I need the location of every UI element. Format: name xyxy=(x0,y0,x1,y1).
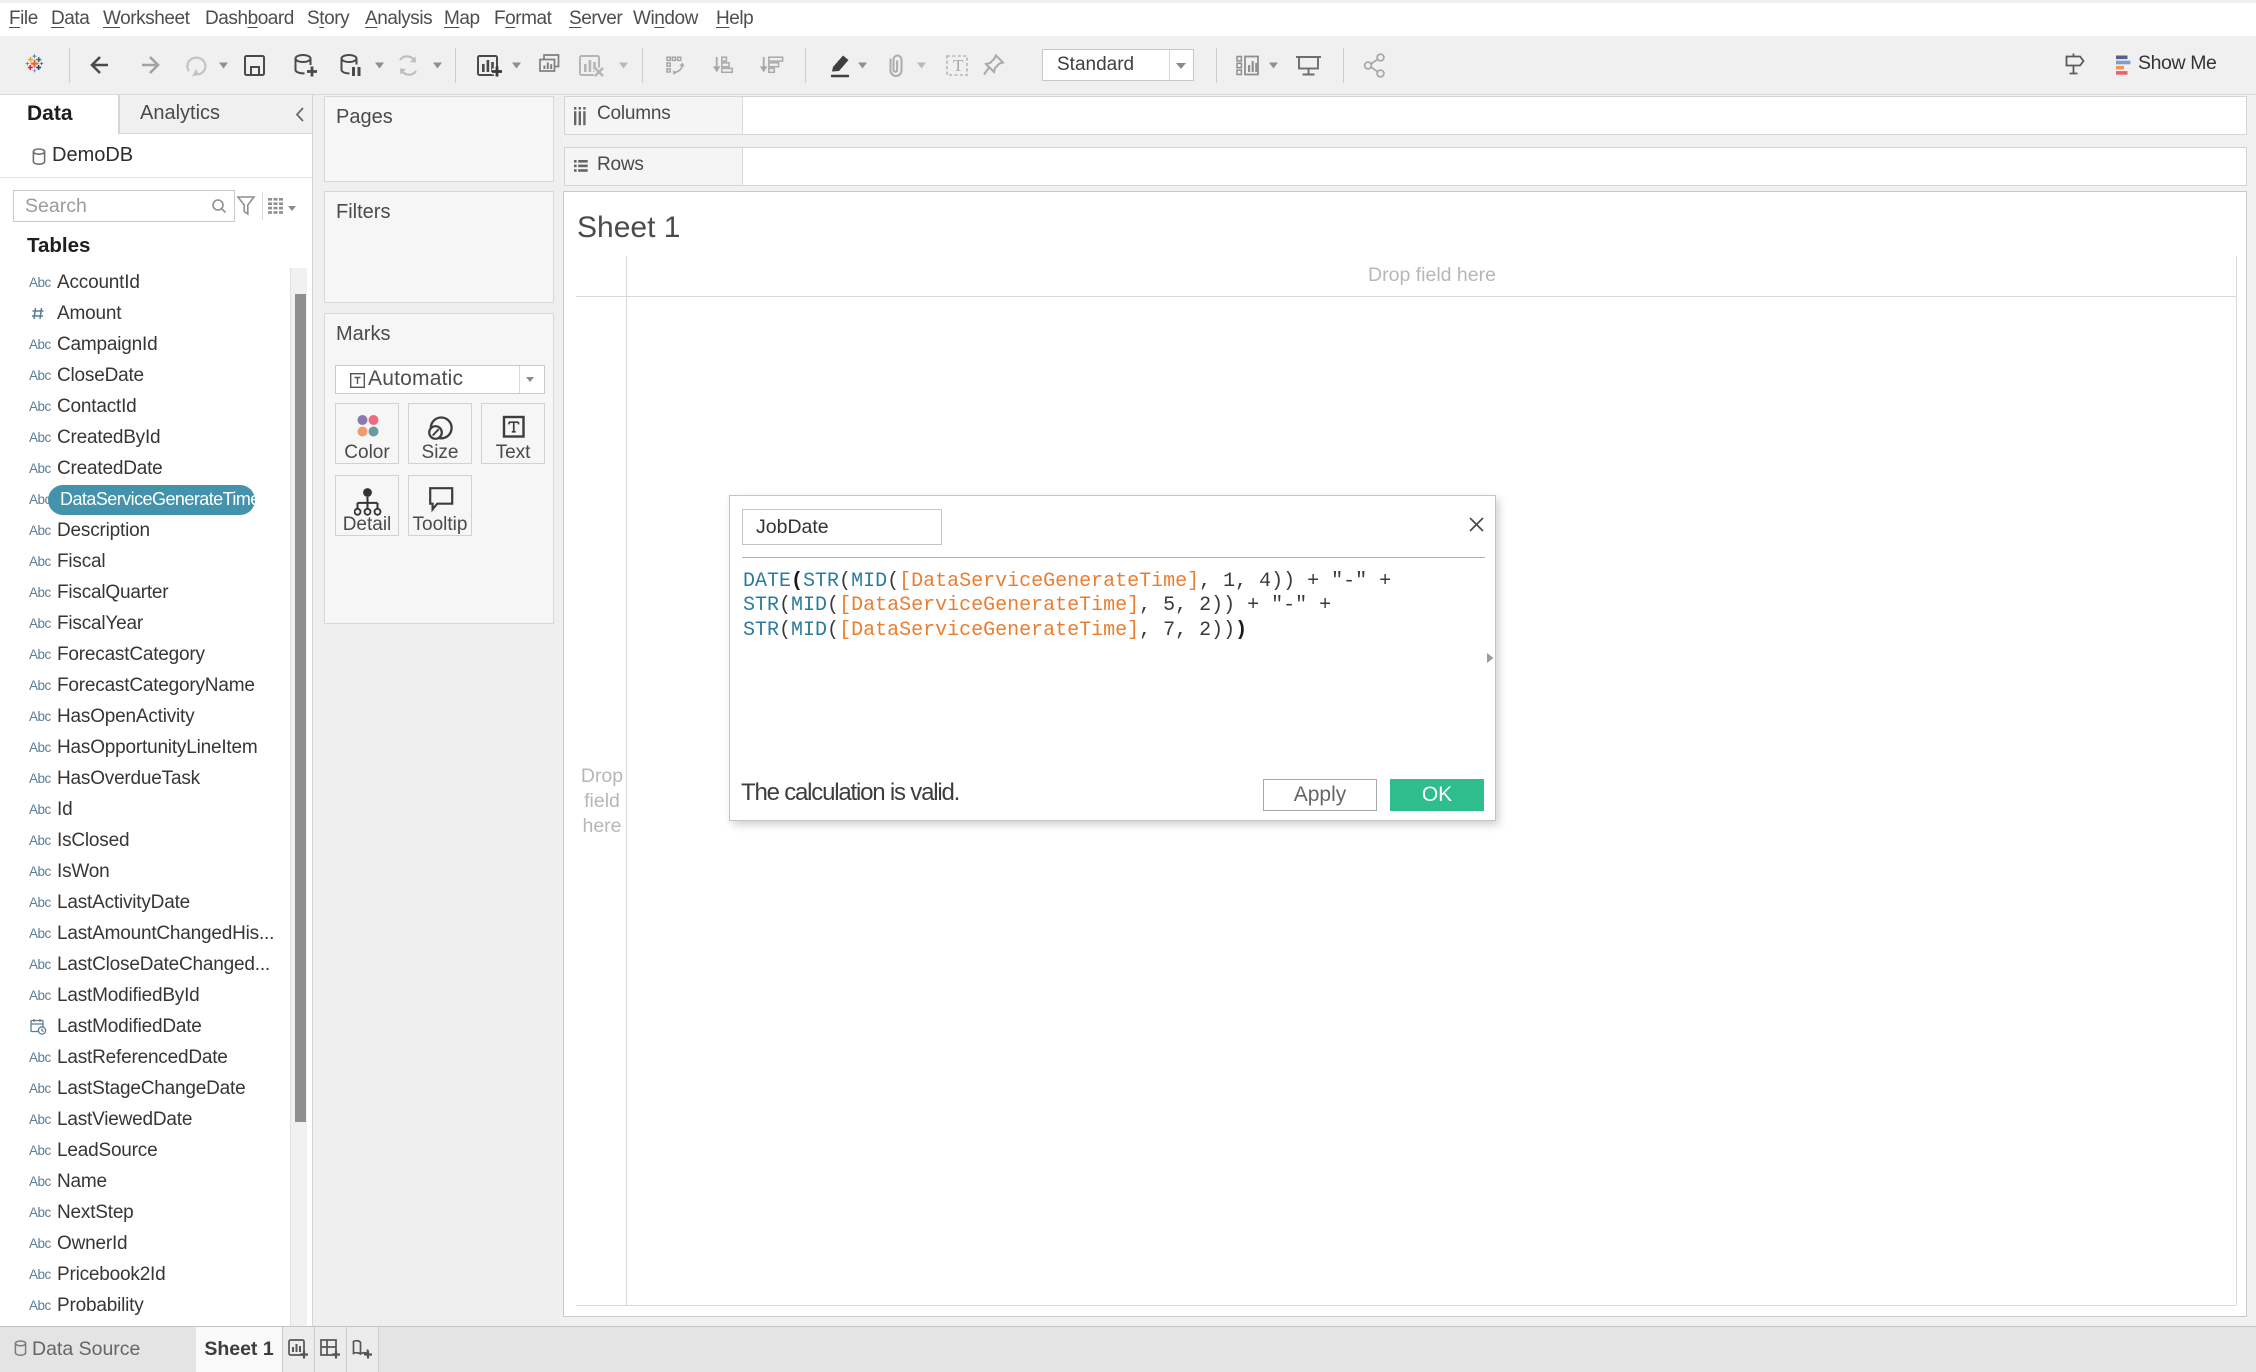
svg-text:T: T xyxy=(953,56,964,75)
